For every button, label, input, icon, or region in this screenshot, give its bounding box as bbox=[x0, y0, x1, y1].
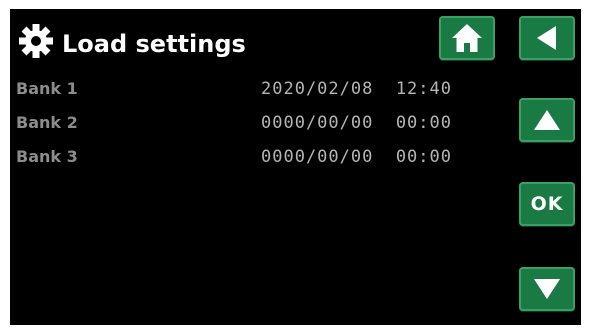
bank-row[interactable]: Bank 2 0000/00/00 00:00 bbox=[16, 110, 466, 136]
scroll-up-button[interactable] bbox=[519, 98, 575, 142]
bank-row[interactable]: Bank 3 0000/00/00 00:00 bbox=[16, 144, 466, 170]
home-button[interactable] bbox=[439, 16, 495, 60]
bank-datetime: 0000/00/00 00:00 bbox=[261, 113, 452, 133]
up-arrow-icon bbox=[534, 110, 560, 130]
bank-label: Bank 3 bbox=[16, 147, 78, 166]
gear-icon bbox=[16, 20, 56, 60]
bank-label: Bank 1 bbox=[16, 79, 78, 98]
bank-datetime: 2020/02/08 12:40 bbox=[261, 79, 452, 99]
ok-button[interactable]: OK bbox=[519, 182, 575, 226]
back-arrow-icon bbox=[537, 26, 556, 50]
settings-screen: Load settings Bank 1 2020/02/08 12:40 Ba… bbox=[10, 9, 581, 325]
bank-datetime: 0000/00/00 00:00 bbox=[261, 147, 452, 167]
bank-row[interactable]: Bank 1 2020/02/08 12:40 bbox=[16, 76, 466, 102]
back-button[interactable] bbox=[519, 16, 575, 60]
down-arrow-icon bbox=[534, 279, 560, 299]
bank-label: Bank 2 bbox=[16, 113, 78, 132]
home-icon bbox=[452, 24, 482, 52]
scroll-down-button[interactable] bbox=[519, 267, 575, 311]
page-title: Load settings bbox=[62, 30, 246, 58]
